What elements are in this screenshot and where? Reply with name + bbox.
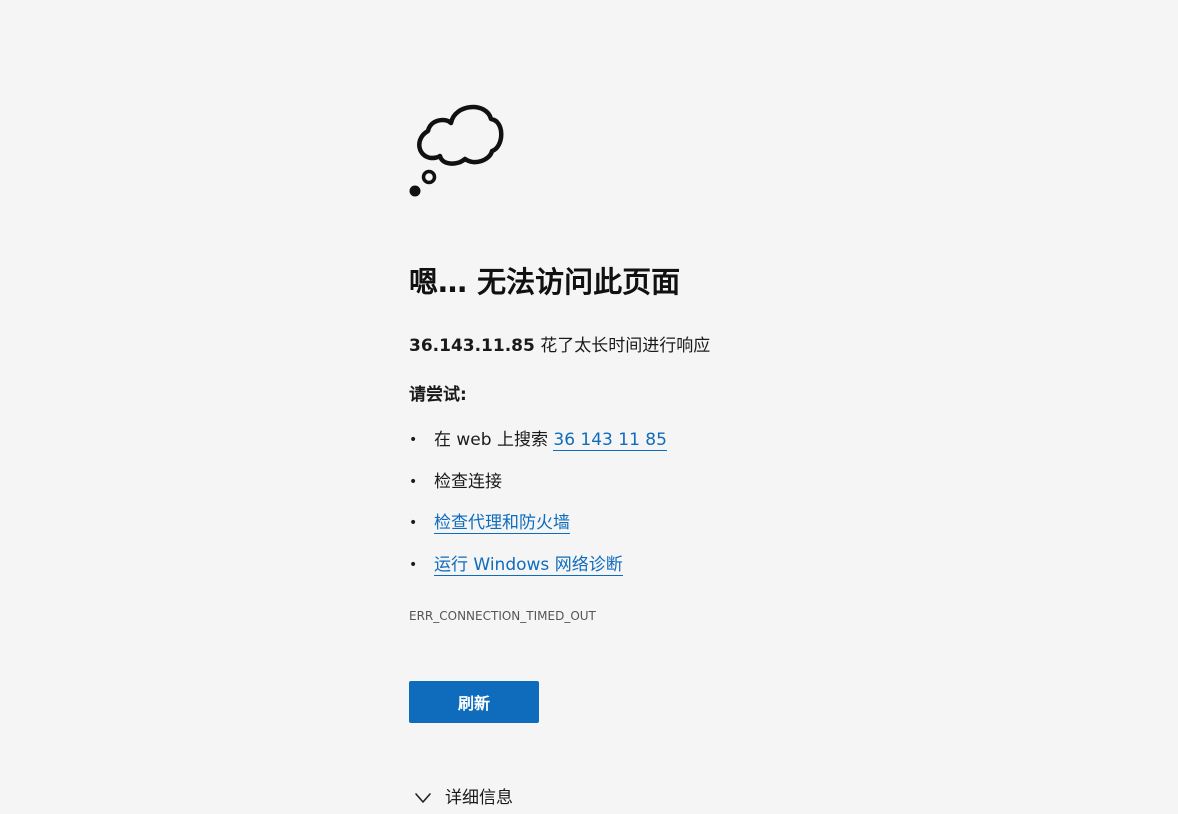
error-page: 嗯… 无法访问此页面 36.143.11.85 花了太长时间进行响应 请尝试: … [0, 0, 1178, 814]
host-address: 36.143.11.85 [409, 336, 535, 356]
thought-cloud-icon [409, 104, 504, 197]
suggestion-text: 在 web 上搜索 [434, 430, 554, 450]
network-diagnostics-link[interactable]: 运行 Windows 网络诊断 [434, 555, 623, 576]
bullet: • [409, 474, 418, 490]
bullet: • [409, 557, 418, 573]
details-toggle[interactable]: 详细信息 [409, 784, 513, 812]
details-label: 详细信息 [445, 788, 513, 808]
bullet: • [409, 515, 418, 531]
check-proxy-firewall-link[interactable]: 检查代理和防火墙 [434, 513, 570, 534]
error-message: 36.143.11.85 花了太长时间进行响应 [409, 334, 710, 358]
try-heading: 请尝试: [409, 385, 467, 405]
search-web-link[interactable]: 36 143 11 85 [553, 430, 667, 451]
error-message-text: 花了太长时间进行响应 [534, 336, 711, 356]
page-title: 嗯… 无法访问此页面 [409, 265, 681, 299]
refresh-button[interactable]: 刷新 [409, 681, 539, 723]
chevron-down-icon [415, 793, 431, 803]
error-code: ERR_CONNECTION_TIMED_OUT [409, 609, 596, 623]
bullet: • [409, 432, 418, 448]
suggestion-text: 检查连接 [434, 472, 502, 492]
